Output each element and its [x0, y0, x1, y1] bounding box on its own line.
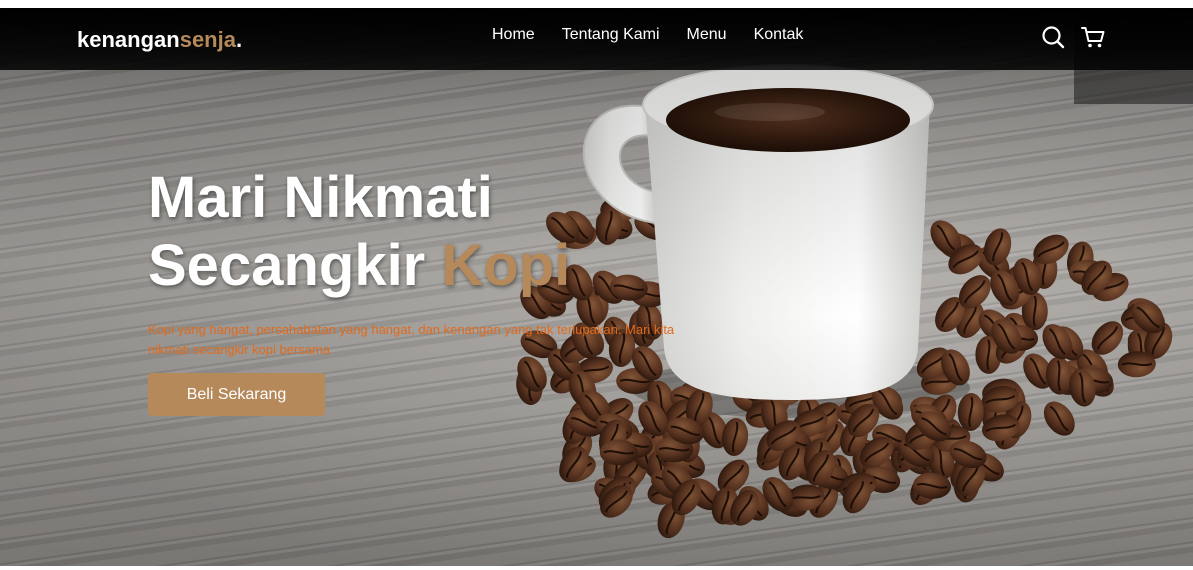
- navbar: kenangansenja. Home Tentang Kami Menu Ko…: [0, 8, 1193, 70]
- brand-name-accent: senja: [179, 27, 236, 52]
- nav-icons: [1040, 24, 1106, 50]
- brand-logo[interactable]: kenangansenja.: [77, 27, 242, 53]
- nav-link-kontak[interactable]: Kontak: [754, 26, 804, 44]
- search-icon[interactable]: [1040, 24, 1066, 50]
- brand-name-main: kenangan: [77, 27, 180, 52]
- landing-page: kenangansenja. Home Tentang Kami Menu Ko…: [0, 0, 1193, 570]
- hero-content: Mari Nikmati Secangkir Kopi Kopi yang ha…: [148, 164, 713, 416]
- hero-title-accent: Kopi: [441, 233, 571, 298]
- nav-link-menu[interactable]: Menu: [687, 26, 727, 44]
- nav-link-home[interactable]: Home: [492, 26, 535, 44]
- hero-title: Mari Nikmati Secangkir Kopi: [148, 164, 713, 300]
- nav-link-tentang-kami[interactable]: Tentang Kami: [562, 26, 660, 44]
- hero-description: Kopi yang hangat, persahabatan yang hang…: [148, 322, 675, 357]
- cart-icon[interactable]: [1080, 24, 1106, 50]
- beli-sekarang-button[interactable]: Beli Sekarang: [148, 373, 325, 416]
- hero-title-line2-main: Secangkir: [148, 233, 442, 298]
- nav-links: Home Tentang Kami Menu Kontak: [492, 26, 830, 44]
- brand-name-dot: .: [235, 27, 243, 52]
- hero-title-line1: Mari Nikmati: [148, 165, 493, 230]
